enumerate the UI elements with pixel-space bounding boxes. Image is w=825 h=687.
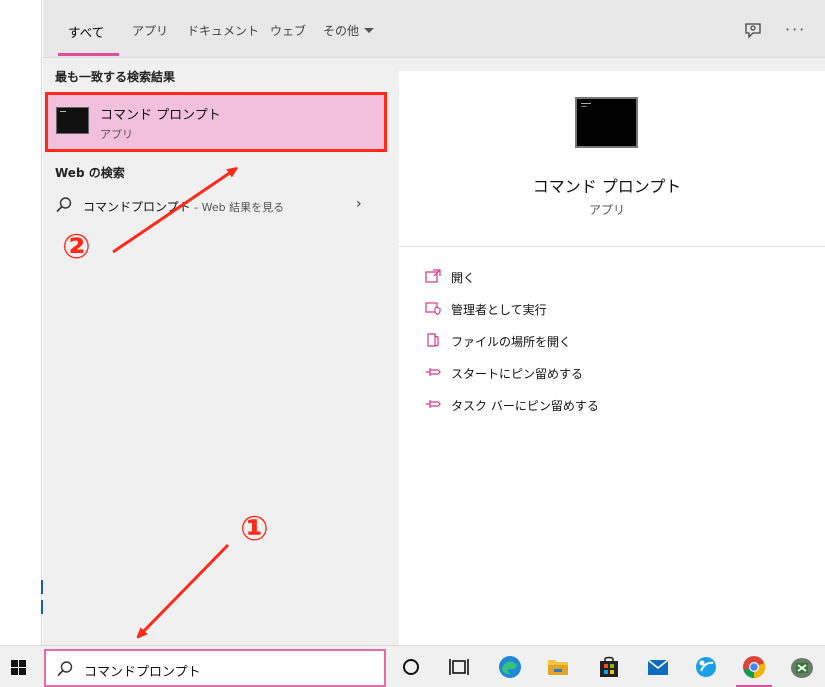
- detail-app-type: アプリ: [588, 203, 625, 217]
- search-icon: [56, 197, 72, 213]
- web-search-text: コマンドプロンプト - Web 結果を見る: [83, 198, 284, 215]
- action-run-as-admin[interactable]: 管理者として実行: [425, 299, 785, 319]
- action-pin-to-taskbar-label: タスク バーにピン留めする: [451, 399, 599, 413]
- chevron-down-icon[interactable]: [364, 28, 374, 33]
- web-search-query: コマンドプロンプト: [83, 200, 191, 214]
- best-match-type: アプリ: [100, 128, 133, 141]
- command-prompt-icon: [56, 107, 89, 134]
- edge-icon[interactable]: [497, 654, 523, 680]
- best-match-name: コマンド プロンプト: [100, 108, 221, 123]
- start-search-panel: すべて アプリ ドキュメント ウェブ その他 ··· 最も一致する検索結果 コマ…: [43, 0, 825, 645]
- action-run-as-admin-label: 管理者として実行: [451, 303, 547, 317]
- tab-web[interactable]: ウェブ: [270, 22, 306, 39]
- best-match-heading: 最も一致する検索結果: [55, 70, 176, 84]
- cortana-icon[interactable]: [398, 654, 424, 680]
- tab-more[interactable]: その他: [323, 22, 359, 39]
- background-window-edge: [41, 0, 42, 645]
- web-search-heading: Web の検索: [55, 166, 125, 180]
- taskbar-search-box[interactable]: コマンドプロンプト: [44, 649, 386, 687]
- detail-app-name: コマンド プロンプト: [532, 177, 682, 196]
- command-prompt-large-icon: [575, 97, 638, 148]
- action-open-label: 開く: [451, 271, 476, 285]
- windows-start-icon[interactable]: [11, 660, 27, 676]
- tab-documents[interactable]: ドキュメント: [187, 22, 259, 39]
- open-icon: [425, 269, 441, 283]
- screen: すべて アプリ ドキュメント ウェブ その他 ··· 最も一致する検索結果 コマ…: [0, 0, 825, 687]
- web-search-suffix: - Web 結果を見る: [190, 201, 285, 214]
- excel-app-icon[interactable]: [789, 654, 815, 680]
- action-pin-to-start[interactable]: スタートにピン留めする: [425, 363, 785, 383]
- best-match-item[interactable]: コマンド プロンプト アプリ: [45, 92, 387, 152]
- run-as-admin-icon: [425, 302, 441, 315]
- app-icon[interactable]: [693, 654, 719, 680]
- chrome-icon[interactable]: [741, 654, 767, 680]
- pin-icon: [426, 400, 441, 408]
- divider: [399, 246, 825, 247]
- feedback-icon[interactable]: [743, 21, 763, 41]
- action-pin-to-start-label: スタートにピン留めする: [451, 367, 584, 381]
- action-pin-to-taskbar[interactable]: タスク バーにピン留めする: [425, 395, 785, 415]
- action-open-file-location[interactable]: ファイルの場所を開く: [425, 331, 785, 351]
- taskbar: コマンドプロンプト: [0, 645, 825, 687]
- tab-all[interactable]: すべて: [68, 22, 104, 41]
- file-explorer-icon[interactable]: [545, 654, 571, 680]
- chevron-right-icon[interactable]: ›: [356, 196, 362, 212]
- results-list: 最も一致する検索結果 コマンド プロンプト アプリ Web の検索 コマンドプロ…: [43, 58, 389, 645]
- mail-icon[interactable]: [645, 654, 671, 680]
- web-search-item[interactable]: コマンドプロンプト - Web 結果を見る ›: [43, 188, 389, 222]
- pin-icon: [426, 368, 441, 376]
- active-tab-indicator: [58, 53, 119, 56]
- search-input[interactable]: コマンドプロンプト: [84, 661, 201, 680]
- action-open-file-location-label: ファイルの場所を開く: [451, 335, 572, 349]
- background-window: [0, 0, 42, 645]
- search-tab-bar: すべて アプリ ドキュメント ウェブ その他 ···: [43, 0, 825, 58]
- action-open[interactable]: 開く: [425, 267, 785, 287]
- search-icon: [57, 661, 73, 677]
- annotation-step-1: ①: [240, 509, 269, 549]
- tab-apps[interactable]: アプリ: [132, 22, 168, 39]
- more-options-icon[interactable]: ···: [785, 20, 806, 39]
- detail-pane: コマンド プロンプト アプリ 開く 管理者として実行 ファイルの場所を開く スタ…: [399, 71, 825, 645]
- store-icon[interactable]: [596, 654, 622, 680]
- file-location-icon: [427, 333, 439, 347]
- task-view-icon[interactable]: [446, 654, 472, 680]
- annotation-step-2: ②: [62, 227, 91, 267]
